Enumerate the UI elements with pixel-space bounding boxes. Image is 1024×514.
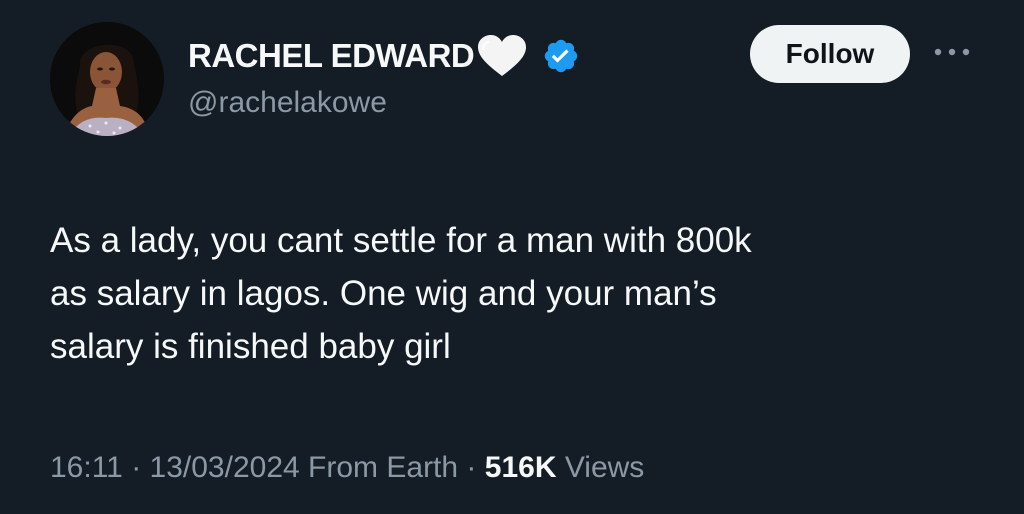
verified-badge-icon[interactable] [542, 37, 580, 75]
author-handle[interactable]: @rachelakowe [188, 86, 387, 120]
tweet-card: RACHEL EDWARD @rachelakowe Follow As a l… [0, 0, 1024, 514]
display-name-text: RACHEL EDWARD [188, 37, 475, 74]
tweet-date[interactable]: 13/03/2024 [150, 451, 300, 484]
separator-dot: · [466, 451, 477, 484]
views-label: Views [564, 451, 645, 484]
follow-button[interactable]: Follow [750, 25, 910, 83]
separator-dot: · [131, 451, 142, 484]
more-options-icon[interactable] [930, 40, 974, 64]
tweet-time[interactable]: 16:11 [50, 451, 123, 484]
tweet-text: As a lady, you cant settle for a man wit… [50, 221, 752, 366]
avatar-image [50, 22, 164, 136]
avatar[interactable] [50, 22, 164, 136]
tweet-source: From Earth [308, 451, 459, 484]
author-display-name[interactable]: RACHEL EDWARD [188, 34, 580, 78]
white-heart-icon [476, 34, 528, 78]
views-count[interactable]: 516K [485, 451, 557, 484]
tweet-metadata: 16:11 · 13/03/2024 From Earth · 516K Vie… [50, 451, 644, 485]
